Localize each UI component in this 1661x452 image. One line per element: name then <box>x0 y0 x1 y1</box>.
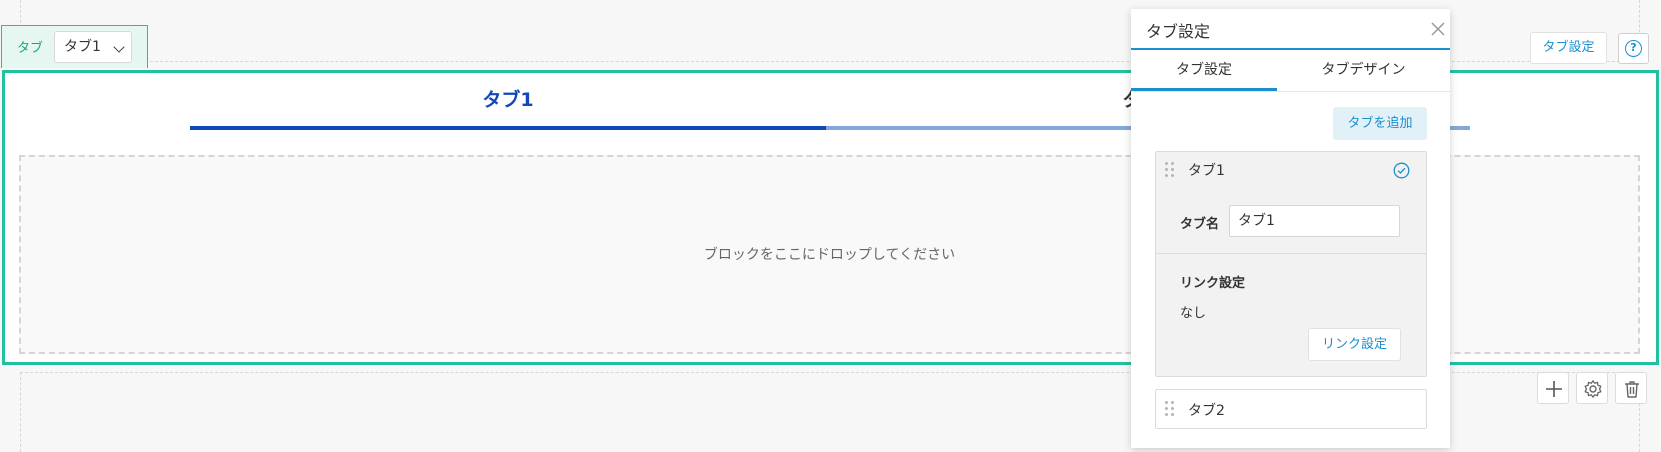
gear-icon <box>1584 380 1602 398</box>
drag-handle-icon[interactable] <box>1165 401 1175 417</box>
block-tab-1-underline <box>190 126 826 130</box>
link-settings-button[interactable]: リンク設定 <box>1308 328 1401 361</box>
link-settings-heading: リンク設定 <box>1180 276 1246 291</box>
tab-selector-value: タブ1 <box>64 39 101 55</box>
close-icon[interactable] <box>1428 19 1448 39</box>
add-block-button[interactable] <box>1537 372 1569 404</box>
tab-name-label: タブ名 <box>1180 217 1220 232</box>
drag-handle-icon[interactable] <box>1165 162 1175 178</box>
tab-item-1-divider <box>1156 253 1426 254</box>
tab-settings-button[interactable]: タブ設定 <box>1530 32 1607 64</box>
block-settings-button[interactable] <box>1576 372 1608 404</box>
delete-block-button[interactable] <box>1615 372 1647 404</box>
panel-tab-design[interactable]: タブデザイン <box>1277 50 1450 90</box>
block-tab-1[interactable]: タブ1 <box>190 84 826 128</box>
tab-item-2-title[interactable]: タブ2 <box>1188 400 1225 420</box>
plus-icon <box>1546 381 1562 397</box>
panel-title: タブ設定 <box>1146 22 1211 41</box>
panel-tabs-divider <box>1131 91 1450 92</box>
panel-tab-settings[interactable]: タブ設定 <box>1131 50 1277 90</box>
tab-selector-dropdown[interactable]: タブ1 <box>54 31 132 63</box>
link-settings-value: なし <box>1180 306 1207 321</box>
tab-name-input[interactable]: タブ1 <box>1229 205 1400 237</box>
tab-selector-label: タブ <box>17 41 44 56</box>
chevron-down-icon <box>113 41 125 53</box>
check-circle-icon[interactable] <box>1393 162 1410 179</box>
trash-icon <box>1625 381 1639 398</box>
tab-item-1-title[interactable]: タブ1 <box>1188 160 1225 180</box>
add-tab-button[interactable]: タブを追加 <box>1333 107 1427 140</box>
help-icon: ? <box>1625 40 1642 57</box>
help-button[interactable]: ? <box>1618 33 1649 64</box>
